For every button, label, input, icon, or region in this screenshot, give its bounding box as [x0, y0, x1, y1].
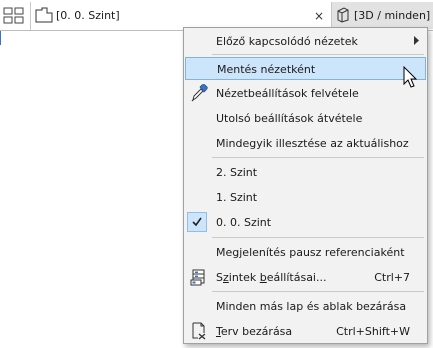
menu-item-previous-views[interactable]: Előző kapcsolódó nézetek [185, 30, 426, 52]
context-menu: Előző kapcsolódó nézetek Mentés nézetkén… [183, 27, 428, 344]
menu-item-label: Előző kapcsolódó nézetek [216, 35, 358, 48]
menu-item-label: Szintek beállításai... [216, 271, 327, 284]
menu-item-label: Nézetbeállítások felvétele [216, 87, 359, 100]
menu-item-show-as-trace[interactable]: Megjelenítés pausz referenciaként [185, 241, 426, 263]
menu-item-story-0[interactable]: 0. 0. Szint [185, 211, 426, 233]
checkmark-icon [187, 212, 207, 232]
tab-floor-plan[interactable]: [0. 0. Szint] × [30, 2, 332, 30]
close-icon[interactable]: × [311, 8, 327, 24]
floor-plan-icon [35, 7, 53, 23]
menu-divider [212, 157, 424, 158]
submenu-arrow-icon [414, 36, 419, 45]
menu-divider [212, 237, 424, 238]
menu-item-label: Megjelenítés pausz referenciaként [216, 246, 405, 259]
selection-strip [0, 31, 1, 45]
3d-box-icon [337, 7, 349, 23]
menu-item-label: Mentés nézetként [217, 63, 316, 76]
tab-3d[interactable]: [3D / minden] [331, 2, 433, 29]
tab-label: [3D / minden] [354, 9, 431, 22]
menu-item-label: 2. Szint [216, 166, 258, 179]
menu-item-close-project[interactable]: Terv bezárása Ctrl+Shift+W [185, 320, 426, 342]
menu-item-capture-view-settings[interactable]: Nézetbeállítások felvétele [185, 82, 426, 104]
grid-layout-icon[interactable] [3, 7, 25, 24]
shortcut-label: Ctrl+7 [374, 271, 410, 284]
menu-divider [212, 54, 424, 55]
menu-item-label: Minden más lap és ablak bezárása [216, 300, 407, 313]
menu-item-story-settings[interactable]: Szintek beállításai... Ctrl+7 [185, 266, 426, 288]
close-document-icon [192, 322, 206, 340]
menu-item-label: 1. Szint [216, 191, 258, 204]
menu-item-story-2[interactable]: 2. Szint [185, 161, 426, 183]
menu-divider [212, 291, 424, 292]
menu-item-apply-last-settings[interactable]: Utolsó beállítások átvétele [185, 107, 426, 129]
menu-item-label: Utolsó beállítások átvétele [216, 112, 363, 125]
menu-item-fit-all[interactable]: Mindegyik illesztése az aktuálishoz [185, 132, 426, 154]
menu-item-story-1[interactable]: 1. Szint [185, 186, 426, 208]
mouse-cursor-icon [403, 66, 418, 88]
menu-item-save-as-view[interactable]: Mentés nézetként [185, 57, 426, 80]
eyedropper-icon [191, 84, 208, 102]
menu-item-close-all-other[interactable]: Minden más lap és ablak bezárása [185, 295, 426, 317]
menu-item-label: 0. 0. Szint [216, 216, 272, 229]
story-settings-icon [190, 269, 205, 286]
menu-item-label: Terv bezárása [216, 325, 293, 338]
shortcut-label: Ctrl+Shift+W [336, 325, 410, 338]
tab-label: [0. 0. Szint] [56, 9, 120, 22]
menu-item-label: Mindegyik illesztése az aktuálishoz [216, 137, 409, 150]
